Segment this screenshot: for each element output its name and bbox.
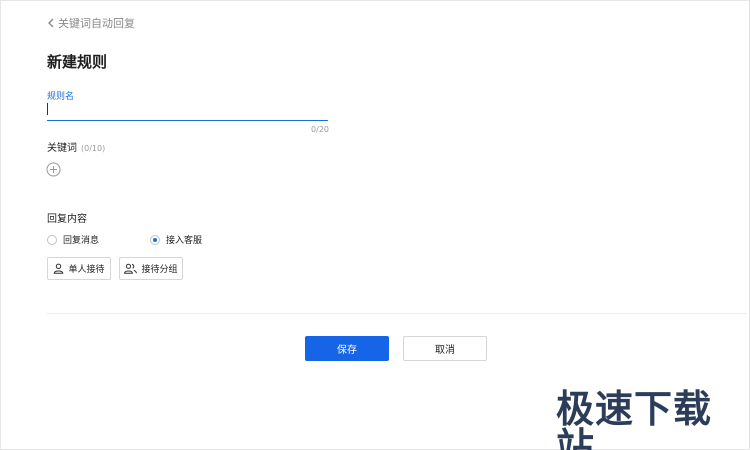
- watermark-logo: 极速下载站: [556, 387, 713, 450]
- chevron-left-icon: [48, 18, 54, 28]
- reply-content-label: 回复内容: [47, 214, 87, 225]
- page-frame: 关键词自动回复 新建规则 规则名 0/20 关键词 (0/10) 回复内容 回复消…: [0, 0, 750, 450]
- radio-reply-message-label: 回复消息: [63, 236, 100, 246]
- keywords-count: (0/10): [81, 144, 106, 153]
- save-button[interactable]: 保存: [305, 336, 389, 361]
- group-reception-label: 接待分组: [141, 265, 178, 275]
- back-link-label: 关键词自动回复: [58, 17, 135, 30]
- page-title: 新建规则: [47, 53, 108, 71]
- plus-circle-icon[interactable]: [46, 162, 61, 177]
- radio-connect-service-label: 接入客服: [166, 236, 203, 246]
- radio-unchecked-icon: [47, 234, 57, 245]
- rule-name-char-count: 0/20: [311, 125, 329, 134]
- single-reception-label: 单人接待: [68, 265, 105, 275]
- keywords-label: 关键词 (0/10): [47, 139, 105, 154]
- radio-checked-icon: [150, 234, 160, 245]
- rule-name-input[interactable]: [47, 101, 328, 121]
- cancel-button[interactable]: 取消: [403, 336, 487, 361]
- single-reception-button[interactable]: 单人接待: [47, 257, 111, 280]
- keywords-label-text: 关键词: [47, 143, 77, 154]
- radio-reply-message[interactable]: 回复消息: [47, 233, 99, 246]
- footer-divider: [47, 313, 747, 314]
- back-link[interactable]: 关键词自动回复: [47, 15, 135, 31]
- radio-connect-service[interactable]: 接入客服: [150, 233, 202, 246]
- users-icon: [124, 263, 138, 274]
- text-caret: [47, 103, 48, 115]
- group-reception-button[interactable]: 接待分组: [119, 257, 183, 280]
- user-icon: [54, 263, 64, 274]
